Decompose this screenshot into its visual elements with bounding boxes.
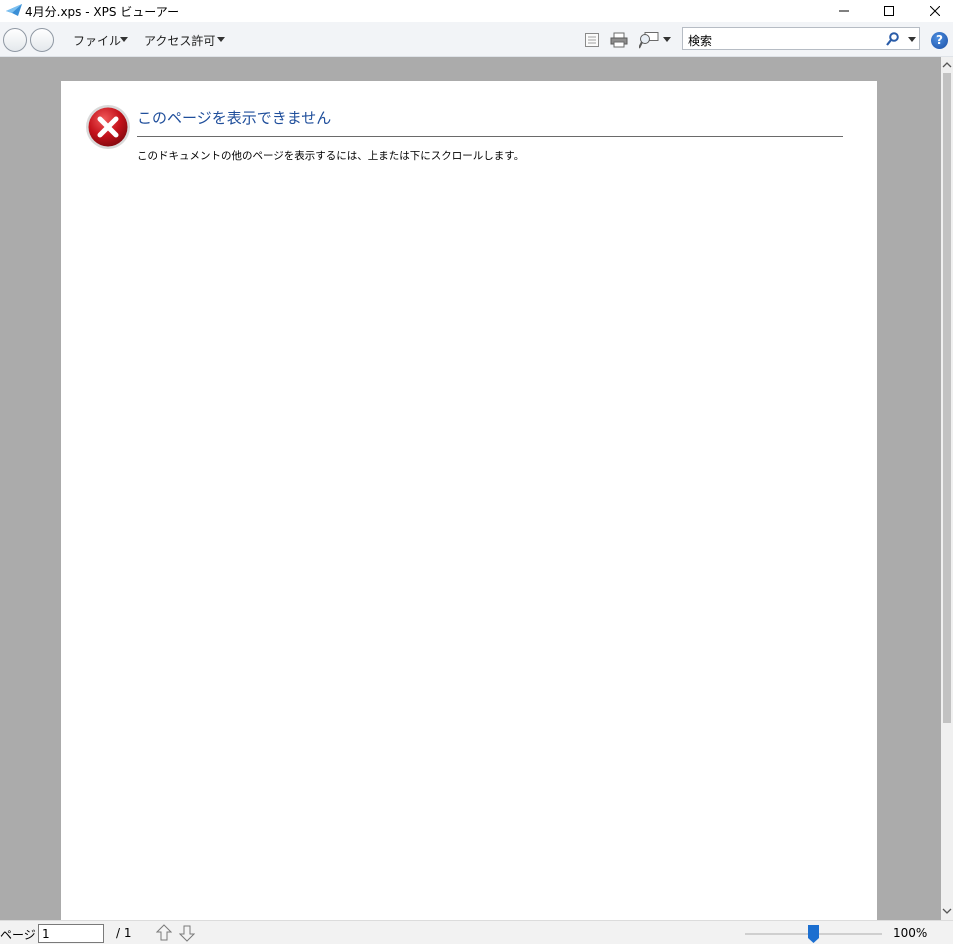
scroll-up-icon[interactable]: [941, 59, 953, 71]
search-input[interactable]: 検索: [682, 27, 920, 50]
search-input-text: 検索: [688, 34, 713, 48]
zoom-slider-thumb[interactable]: [808, 925, 819, 943]
document-viewer[interactable]: このページを表示できません このドキュメントの他のページを表示するには、上または…: [0, 57, 941, 920]
page-total: / 1: [116, 926, 132, 940]
error-title: このページを表示できません: [137, 109, 332, 127]
search-icon[interactable]: [886, 32, 900, 46]
next-page-icon[interactable]: [179, 924, 195, 942]
title-bar: 4月分.xps - XPS ビューアー: [0, 0, 953, 22]
page-number-input[interactable]: [38, 924, 104, 943]
maximize-icon: [884, 6, 894, 16]
scrollbar-thumb[interactable]: [943, 73, 951, 723]
window-title: 4月分.xps - XPS ビューアー: [25, 5, 180, 19]
access-menu[interactable]: アクセス許可: [144, 32, 215, 49]
error-divider: [137, 136, 843, 137]
reading-view-icon[interactable]: [584, 32, 600, 48]
print-icon[interactable]: [610, 32, 628, 48]
help-icon[interactable]: ?: [931, 32, 948, 49]
zoom-level: 100%: [893, 926, 928, 940]
previous-page-icon[interactable]: [156, 924, 172, 942]
maximize-button[interactable]: [866, 0, 912, 22]
toolbar: ファイル アクセス許可 検索 ?: [0, 22, 953, 57]
xps-viewer-app-icon: [6, 4, 22, 16]
file-menu[interactable]: ファイル: [73, 32, 121, 49]
file-menu-dropdown-icon[interactable]: [120, 37, 128, 42]
minimize-icon: [839, 10, 849, 12]
scroll-down-icon[interactable]: [941, 905, 953, 917]
back-button[interactable]: [3, 28, 27, 52]
access-menu-dropdown-icon[interactable]: [217, 37, 225, 42]
minimize-button[interactable]: [821, 0, 867, 22]
error-message: このドキュメントの他のページを表示するには、上または下にスクロールします。: [137, 150, 525, 162]
forward-button[interactable]: [30, 28, 54, 52]
zoom-dropdown-icon[interactable]: [663, 37, 671, 42]
close-button[interactable]: [912, 0, 953, 22]
error-icon: [86, 105, 130, 149]
page-label: ページ: [0, 928, 36, 942]
search-options-dropdown-icon[interactable]: [908, 37, 916, 42]
vertical-scrollbar[interactable]: [941, 57, 953, 920]
status-bar: ページ / 1 100%: [0, 920, 953, 944]
close-icon: [930, 6, 940, 16]
document-page: このページを表示できません このドキュメントの他のページを表示するには、上または…: [61, 81, 877, 920]
zoom-icon[interactable]: [639, 32, 659, 50]
